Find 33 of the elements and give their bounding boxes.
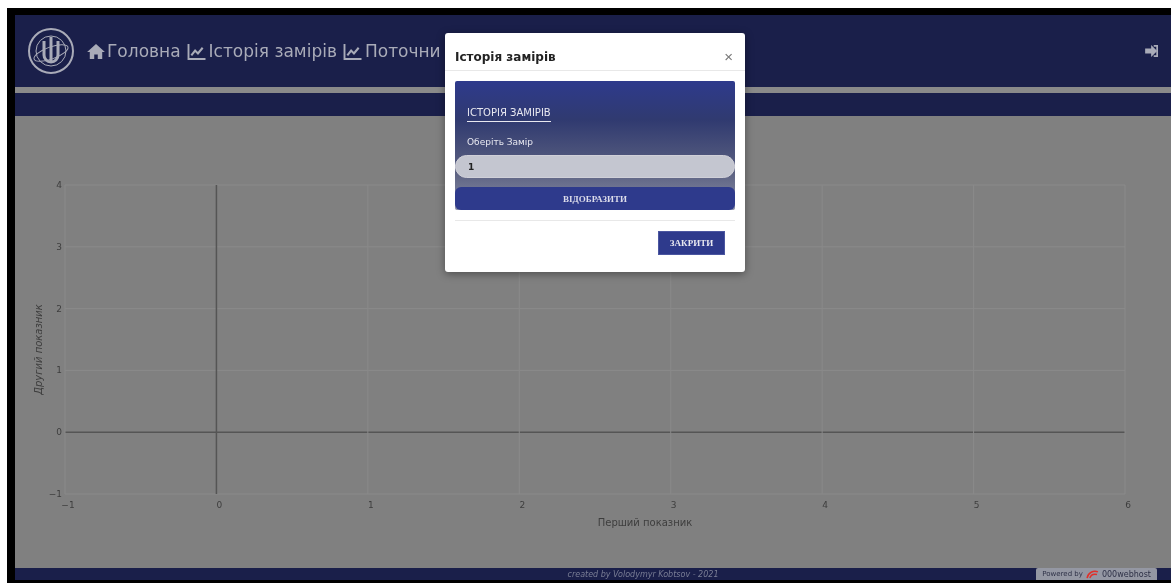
y-tick-label: −1	[48, 489, 62, 499]
y-tick-label: 3	[56, 241, 62, 252]
section-heading: ІСТОРІЯ ЗАМІРІВ	[467, 107, 551, 122]
modal-title: Історія замірів	[455, 49, 556, 64]
x-tick-label: 4	[822, 500, 828, 510]
y-tick-label: 1	[56, 365, 62, 376]
nav-link[interactable]: Поточни	[342, 41, 441, 61]
field-label: Оберіть Замір	[467, 137, 535, 147]
y-tick-label: 0	[56, 427, 62, 438]
x-tick-label: 1	[368, 500, 374, 510]
x-tick-label: 2	[519, 500, 526, 510]
close-button[interactable]: ЗАКРИТИ	[658, 231, 725, 255]
line-chart-icon	[342, 42, 363, 60]
footer-credit: created by Volodymyr Kobtsov - 2021	[567, 569, 719, 579]
university-logo-icon[interactable]	[27, 27, 75, 75]
x-tick-label: 0	[216, 500, 223, 510]
display-button[interactable]: ВІДОБРАЗИТИ	[455, 187, 735, 210]
home-icon	[87, 43, 105, 59]
x-tick-label: −1	[61, 500, 75, 510]
x-tick-label: 3	[670, 500, 677, 510]
x-tick-label: 6	[1125, 500, 1131, 510]
x-axis-title: Перший показник	[597, 517, 693, 528]
nav-link[interactable]: Історія замірів	[186, 41, 337, 61]
swirl-icon	[1085, 569, 1099, 579]
close-button[interactable]: ×	[724, 48, 733, 65]
y-axis-title: Другий показник	[33, 304, 44, 395]
sign-out-icon[interactable]	[1145, 45, 1159, 57]
nav-link[interactable]: Головна	[87, 41, 181, 61]
y-tick-label: 2	[56, 303, 62, 314]
line-chart-icon	[186, 42, 207, 60]
x-tick-label: 5	[973, 500, 980, 510]
y-tick-label: 4	[56, 180, 62, 190]
measurement-field[interactable]: 1	[455, 155, 735, 178]
